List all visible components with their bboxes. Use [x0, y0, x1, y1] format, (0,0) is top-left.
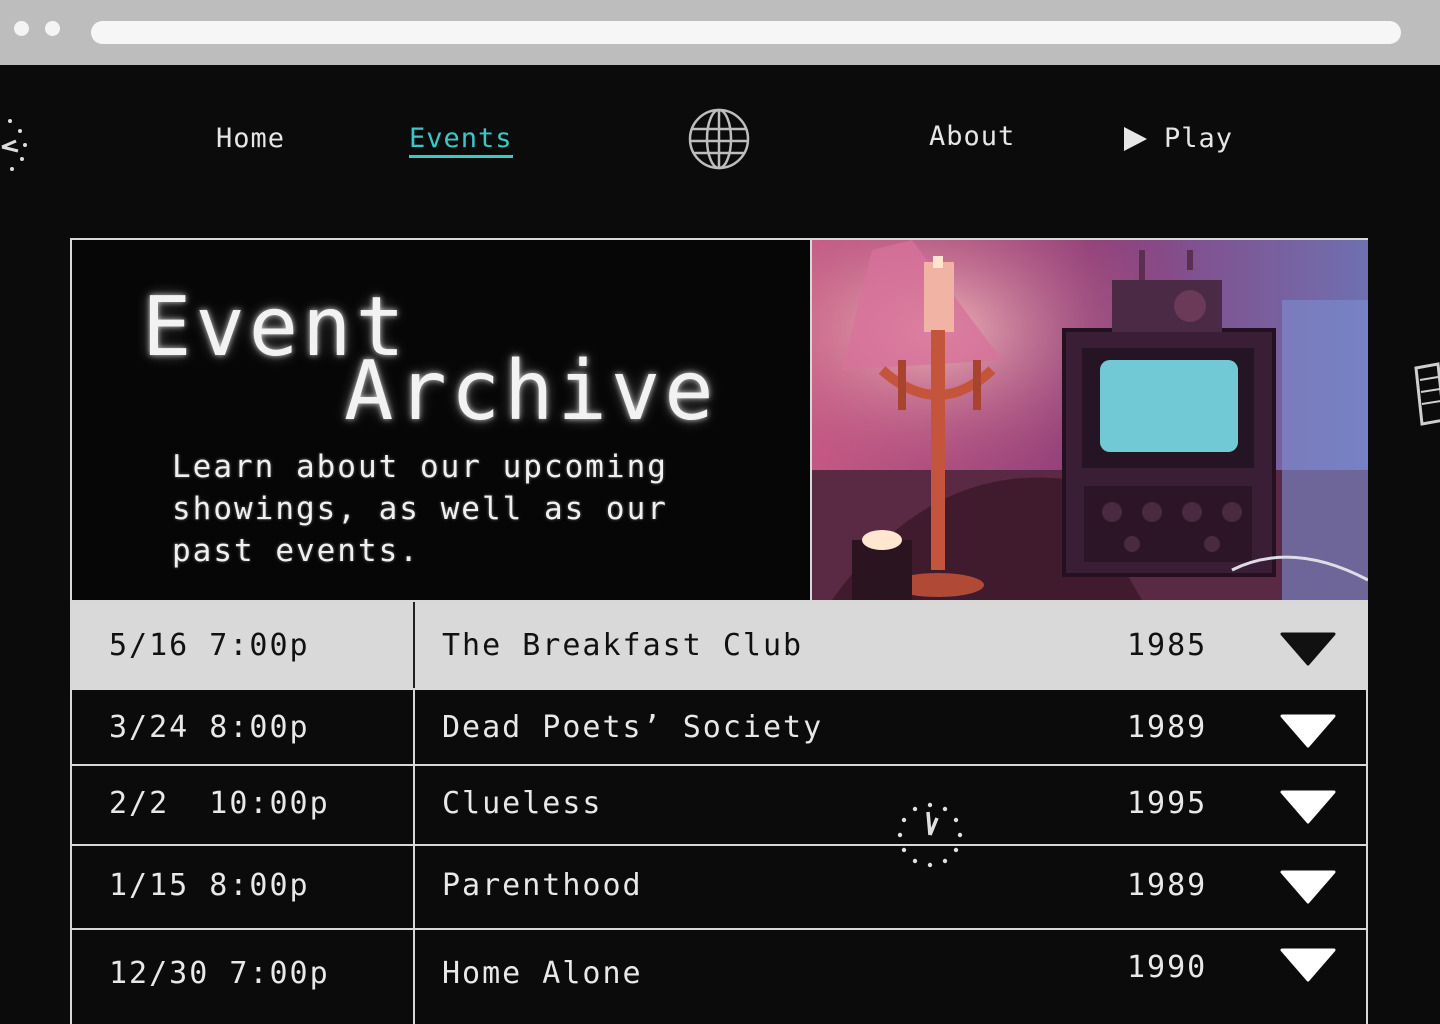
page: Home Events About Play Event Archive Lea…	[0, 0, 1440, 1024]
row-divider	[413, 690, 415, 764]
event-row[interactable]: 12/30 7:00p Home Alone 1990	[70, 930, 1368, 1024]
address-bar[interactable]	[91, 21, 1401, 44]
clock-icon	[1, 119, 27, 171]
event-title: Parenthood	[442, 868, 643, 903]
chevron-down-icon[interactable]	[1280, 870, 1336, 904]
window-dot-icon[interactable]	[14, 21, 29, 36]
event-row[interactable]: 2/2 10:00p Clueless 1995	[70, 766, 1368, 846]
chevron-down-icon[interactable]	[1280, 714, 1336, 748]
nav-about[interactable]: About	[929, 121, 1015, 152]
event-title: The Breakfast Club	[442, 628, 804, 663]
event-year: 1990	[1127, 950, 1208, 985]
candle-and-tv-photo	[812, 240, 1368, 600]
window-dot-icon[interactable]	[45, 21, 60, 36]
row-divider	[413, 602, 415, 688]
event-date: 2/2 10:00p	[109, 786, 330, 821]
browser-chrome	[0, 0, 1440, 65]
event-list: 5/16 7:00p The Breakfast Club 1985 3/24 …	[70, 602, 1368, 1024]
play-icon	[1124, 126, 1147, 151]
hero-panel: Event Archive Learn about our upcoming s…	[70, 238, 1368, 602]
row-divider	[413, 930, 415, 1024]
event-row[interactable]: 5/16 7:00p The Breakfast Club 1985	[70, 602, 1368, 690]
chevron-down-icon[interactable]	[1280, 632, 1336, 666]
row-divider	[413, 766, 415, 844]
globe-icon[interactable]	[687, 107, 751, 171]
event-row[interactable]: 3/24 8:00p Dead Poets’ Society 1989	[70, 690, 1368, 766]
hero-text: Event Archive Learn about our upcoming s…	[72, 240, 810, 600]
event-title: Home Alone	[442, 956, 643, 991]
nav-play-label: Play	[1164, 123, 1234, 154]
event-year: 1989	[1127, 710, 1208, 745]
clock-icon	[897, 802, 963, 868]
event-title: Dead Poets’ Society	[442, 710, 824, 745]
event-year: 1989	[1127, 868, 1208, 903]
chevron-down-icon[interactable]	[1280, 790, 1336, 824]
nav-events[interactable]: Events	[409, 123, 513, 158]
film-reel-icon	[1414, 362, 1440, 426]
hero-image	[810, 240, 1368, 600]
event-title: Clueless	[442, 786, 603, 821]
event-date: 5/16 7:00p	[109, 628, 310, 663]
event-row[interactable]: 1/15 8:00p Parenthood 1989	[70, 846, 1368, 930]
chevron-down-icon[interactable]	[1280, 948, 1336, 982]
row-divider	[413, 846, 415, 928]
nav-play[interactable]: Play	[1122, 123, 1233, 154]
nav-home[interactable]: Home	[216, 123, 285, 154]
event-date: 12/30 7:00p	[109, 956, 330, 991]
event-date: 3/24 8:00p	[109, 710, 310, 745]
event-year: 1995	[1127, 786, 1208, 821]
event-date: 1/15 8:00p	[109, 868, 310, 903]
top-nav: Home Events About Play	[0, 65, 1440, 215]
hero-title-line2: Archive	[344, 344, 718, 439]
hero-description: Learn about our upcoming showings, as we…	[172, 449, 668, 569]
event-year: 1985	[1127, 628, 1208, 663]
